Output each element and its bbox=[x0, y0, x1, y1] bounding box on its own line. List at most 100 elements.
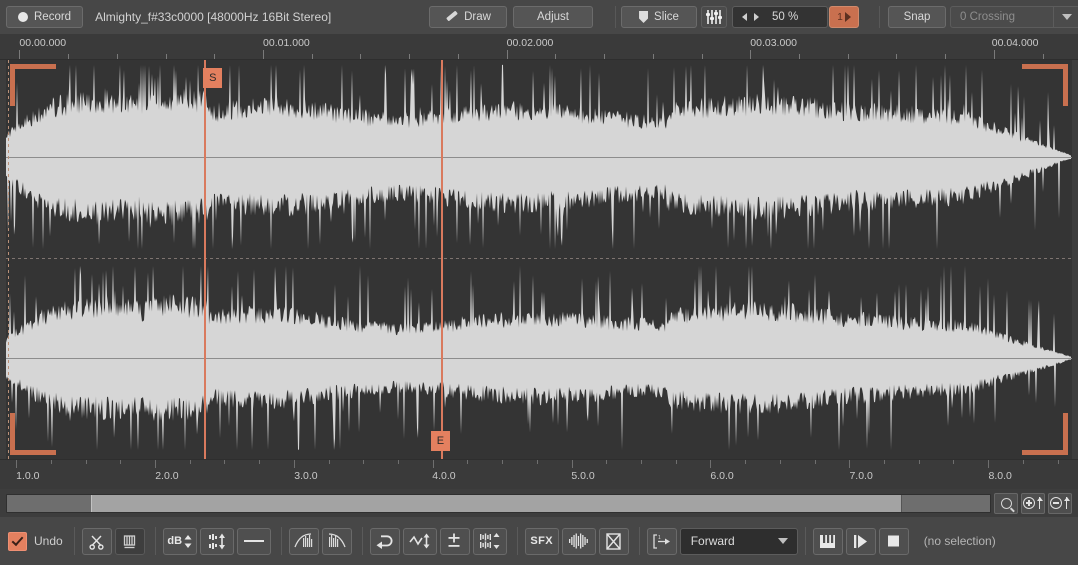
ruler-tick bbox=[799, 54, 800, 59]
ruler-tick bbox=[675, 460, 677, 464]
play-once-triangle-icon bbox=[844, 12, 851, 22]
draw-button[interactable]: Draw bbox=[429, 5, 507, 29]
ruler-tick bbox=[397, 460, 399, 464]
ruler-top-label: 00.00.000 bbox=[19, 37, 67, 49]
pitch-bend-button[interactable] bbox=[402, 527, 437, 555]
play-button[interactable] bbox=[845, 527, 876, 555]
mute-button[interactable] bbox=[598, 527, 629, 555]
undo-checkbox[interactable] bbox=[8, 531, 27, 551]
ruler-tick bbox=[606, 460, 608, 464]
ruler-tick bbox=[536, 460, 538, 464]
time-ruler-bottom[interactable]: 1.0.0 2.0.0 3.0.0 4.0.0 5.0.0 6.0.0 7.0.… bbox=[0, 459, 1078, 489]
loop-dotted-edge bbox=[8, 60, 9, 459]
record-label: Record bbox=[34, 11, 72, 23]
play-icon bbox=[854, 534, 868, 548]
scrollbar-thumb[interactable] bbox=[90, 494, 902, 512]
horizontal-scrollbar[interactable] bbox=[6, 493, 991, 513]
ruler-bottom-label: 4.0.0 bbox=[432, 470, 456, 482]
sfx-label: SFX bbox=[530, 535, 553, 547]
fade-in-button[interactable] bbox=[288, 527, 319, 555]
cut-scissors-icon bbox=[89, 535, 104, 550]
adjust-button[interactable]: Adjust bbox=[513, 6, 593, 28]
ruler-top-label: 00.02.000 bbox=[506, 37, 554, 49]
ruler-tick bbox=[640, 460, 642, 464]
bottom-divider-7 bbox=[804, 527, 806, 555]
waveform-canvas[interactable]: S E bbox=[6, 60, 1072, 459]
snap-mode-value: 0 Crossing bbox=[960, 11, 1015, 23]
ruler-tick bbox=[311, 54, 313, 59]
selection-bracket-top-right[interactable] bbox=[1022, 64, 1068, 106]
ruler-tick bbox=[745, 460, 747, 464]
gain-db-button[interactable]: dB bbox=[162, 527, 197, 555]
stepper-left-icon[interactable] bbox=[742, 13, 747, 21]
ruler-tick bbox=[779, 460, 781, 464]
chevron-down-icon bbox=[777, 538, 788, 544]
ruler-bottom-label: 6.0.0 bbox=[710, 470, 734, 482]
slice-markers-icon bbox=[705, 10, 723, 24]
fade-out-button[interactable] bbox=[321, 527, 352, 555]
slice-button[interactable]: Slice bbox=[621, 6, 697, 28]
ruler-tick bbox=[1042, 54, 1044, 59]
direction-dropdown[interactable]: Forward bbox=[679, 527, 798, 555]
reverse-button[interactable] bbox=[369, 527, 400, 555]
tune-button[interactable] bbox=[439, 527, 470, 555]
top-toolbar: Record Almighty_f#33c0000 [48000Hz 16Bit… bbox=[0, 0, 1078, 34]
bottom-divider-1 bbox=[73, 527, 75, 555]
ruler-tick bbox=[945, 54, 947, 59]
ruler-tick bbox=[571, 460, 573, 468]
selection-bracket-bottom-left[interactable] bbox=[10, 413, 56, 455]
direction-arrow[interactable] bbox=[769, 529, 797, 554]
start-marker-line[interactable] bbox=[204, 60, 207, 459]
keys-icon bbox=[820, 534, 836, 548]
mute-x-icon bbox=[606, 532, 621, 550]
selection-bracket-top-left[interactable] bbox=[10, 64, 56, 106]
ruler-tick bbox=[555, 54, 557, 59]
snap-mode-dropdown[interactable]: 0 Crossing bbox=[950, 6, 1078, 28]
ruler-tick bbox=[988, 460, 990, 468]
snap-mode-arrow[interactable] bbox=[1053, 7, 1078, 27]
silence-button[interactable] bbox=[236, 527, 271, 555]
cut-button[interactable] bbox=[81, 527, 112, 555]
audio-editor-window: Record Almighty_f#33c0000 [48000Hz 16Bit… bbox=[0, 0, 1078, 565]
eq-button[interactable] bbox=[561, 527, 596, 555]
normalize-button[interactable] bbox=[199, 527, 234, 555]
waveform-display[interactable]: S E bbox=[0, 60, 1078, 459]
time-ruler-top[interactable]: 00.00.000 00.01.000 00.02.000 00.03.000 … bbox=[0, 34, 1078, 60]
zero-line-left bbox=[6, 157, 1072, 158]
record-button[interactable]: Record bbox=[6, 6, 84, 28]
ruler-tick bbox=[896, 54, 898, 59]
ruler-tick bbox=[506, 50, 508, 59]
record-dot-icon bbox=[18, 12, 28, 22]
loop-mode-button[interactable]: 1 bbox=[646, 527, 677, 555]
keys-button[interactable] bbox=[812, 527, 843, 555]
ruler-top-label: 00.03.000 bbox=[750, 37, 797, 49]
slice-markers-button[interactable] bbox=[701, 6, 727, 28]
stop-button[interactable] bbox=[878, 527, 909, 555]
ruler-tick bbox=[1057, 460, 1059, 464]
stepper-right-icon[interactable] bbox=[754, 13, 759, 21]
zoom-percent-stepper[interactable]: 50 % bbox=[732, 6, 828, 28]
vertical-arrows-icon bbox=[1064, 497, 1070, 509]
sfx-button[interactable]: SFX bbox=[524, 527, 559, 555]
ruler-tick bbox=[701, 54, 703, 59]
end-marker-line[interactable] bbox=[440, 60, 443, 459]
end-marker-flag[interactable]: E bbox=[430, 431, 450, 451]
snap-button[interactable]: Snap bbox=[888, 6, 946, 28]
slice-label: Slice bbox=[654, 11, 679, 23]
plus-minus-icon bbox=[448, 533, 460, 547]
ruler-bottom-label: 7.0.0 bbox=[849, 470, 873, 482]
stretch-button[interactable] bbox=[472, 527, 507, 555]
zoom-fit-button[interactable] bbox=[994, 492, 1018, 514]
play-once-button[interactable]: 1 bbox=[829, 6, 859, 28]
zoom-out-icon bbox=[1050, 497, 1062, 509]
bottom-divider-6 bbox=[638, 527, 640, 555]
selection-bracket-bottom-right[interactable] bbox=[1022, 413, 1068, 455]
ruler-tick bbox=[85, 460, 87, 464]
start-marker-flag[interactable]: S bbox=[203, 68, 223, 88]
ruler-tick bbox=[1022, 460, 1024, 464]
zoom-in-button[interactable] bbox=[1021, 492, 1045, 514]
chevron-down-icon bbox=[1061, 14, 1072, 20]
crop-button[interactable] bbox=[114, 527, 145, 555]
ruler-tick bbox=[953, 460, 955, 464]
zoom-out-button[interactable] bbox=[1048, 492, 1072, 514]
